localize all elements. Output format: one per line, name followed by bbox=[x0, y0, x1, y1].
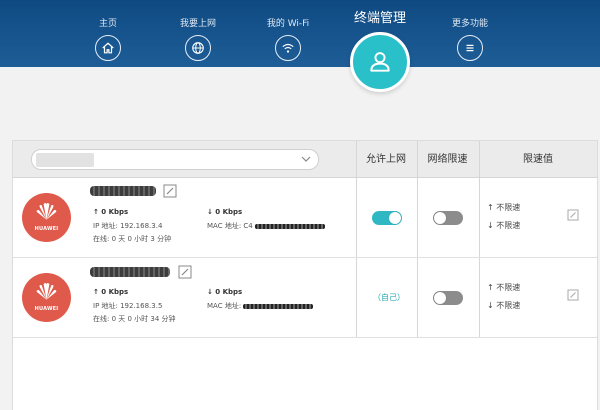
nav-wifi-label: 我的 Wi-Fi bbox=[266, 19, 310, 29]
toggle-knob bbox=[434, 212, 446, 224]
avatar: HUAWEI bbox=[22, 273, 71, 322]
speed-limit-toggle[interactable] bbox=[433, 291, 463, 305]
chevron-down-icon bbox=[301, 156, 311, 162]
nav-wifi[interactable]: 我的 Wi-Fi bbox=[248, 0, 328, 61]
download-rate: ↓ 0 Kbps bbox=[207, 288, 243, 296]
edit-limit-icon[interactable] bbox=[567, 209, 579, 221]
allow-internet-toggle[interactable] bbox=[372, 211, 402, 225]
online-time: 在线: 0 天 0 小时 34 分钟 bbox=[93, 315, 176, 323]
avatar: HUAWEI bbox=[22, 193, 71, 242]
download-limit: ↓ 不限速 bbox=[487, 221, 521, 230]
edit-icon[interactable] bbox=[163, 184, 177, 198]
online-time: 在线: 0 天 0 小时 3 分钟 bbox=[93, 235, 172, 243]
table-row: HUAWEI ↑ 0 Kbps IP 地址: 192.168.3.5 在线: 0… bbox=[13, 258, 597, 338]
nav-terminal-management[interactable]: 终端管理 bbox=[330, 0, 430, 27]
nav-internet[interactable]: 我要上网 bbox=[158, 0, 238, 61]
toggle-knob bbox=[434, 292, 446, 304]
nav-more[interactable]: 更多功能 bbox=[430, 0, 510, 61]
home-icon bbox=[95, 35, 121, 61]
brand-label: HUAWEI bbox=[34, 226, 59, 232]
mac-address-blur bbox=[254, 223, 325, 229]
mac-address-label: MAC 地址: C4 bbox=[207, 222, 253, 230]
brand-label: HUAWEI bbox=[34, 306, 59, 312]
download-limit: ↓ 不限速 bbox=[487, 301, 521, 310]
device-table: 允许上网 网络限速 限速值 HUAWEI ↑ 0 Kbps IP 地址: 192… bbox=[12, 140, 598, 410]
nav-home-label: 主页 bbox=[98, 19, 117, 29]
mac-address-label: MAC 地址: bbox=[207, 302, 242, 310]
nav-internet-label: 我要上网 bbox=[179, 19, 216, 29]
download-limit-value: 不限速 bbox=[496, 221, 521, 230]
self-device-label: （自己） bbox=[373, 293, 405, 302]
mac-address: MAC 地址: C4 bbox=[207, 221, 325, 231]
mac-address-blur bbox=[243, 303, 314, 309]
table-row: HUAWEI ↑ 0 Kbps IP 地址: 192.168.3.4 在线: 0… bbox=[13, 178, 597, 258]
col-limit-value: 限速值 bbox=[523, 154, 553, 165]
upload-limit: ↑ 不限速 bbox=[487, 283, 521, 292]
table-header: 允许上网 网络限速 限速值 bbox=[13, 141, 597, 178]
device-name bbox=[90, 186, 156, 196]
ip-address: IP 地址: 192.168.3.5 bbox=[93, 302, 163, 310]
upload-rate: ↑ 0 Kbps bbox=[93, 288, 129, 296]
download-limit-value: 不限速 bbox=[496, 301, 521, 310]
nav-home[interactable]: 主页 bbox=[68, 0, 148, 61]
mac-address: MAC 地址: bbox=[207, 301, 314, 311]
col-allow-internet: 允许上网 bbox=[366, 154, 406, 165]
nav-more-label: 更多功能 bbox=[451, 19, 488, 29]
top-nav-bar: 主页 我要上网 我的 Wi-Fi 更多功能 终端管理 bbox=[0, 0, 600, 67]
nav-terminal-label: 终端管理 bbox=[353, 11, 406, 26]
col-net-limit: 网络限速 bbox=[427, 154, 468, 165]
user-icon[interactable] bbox=[350, 32, 410, 92]
huawei-logo-icon bbox=[36, 202, 57, 220]
upload-limit-value: 不限速 bbox=[496, 203, 521, 212]
upload-rate: ↑ 0 Kbps bbox=[93, 208, 129, 216]
ip-address: IP 地址: 192.168.3.4 bbox=[93, 222, 163, 230]
device-search-select[interactable] bbox=[31, 149, 319, 170]
upload-limit-value: 不限速 bbox=[496, 283, 521, 292]
speed-limit-toggle[interactable] bbox=[433, 211, 463, 225]
globe-icon bbox=[185, 35, 211, 61]
search-value bbox=[36, 153, 94, 167]
download-rate: ↓ 0 Kbps bbox=[207, 208, 243, 216]
upload-limit: ↑ 不限速 bbox=[487, 203, 521, 212]
device-name bbox=[90, 267, 170, 277]
wifi-icon bbox=[275, 35, 301, 61]
huawei-logo-icon bbox=[36, 282, 57, 300]
toggle-knob bbox=[389, 212, 401, 224]
edit-icon[interactable] bbox=[178, 265, 192, 279]
menu-icon bbox=[457, 35, 483, 61]
edit-limit-icon[interactable] bbox=[567, 289, 579, 301]
